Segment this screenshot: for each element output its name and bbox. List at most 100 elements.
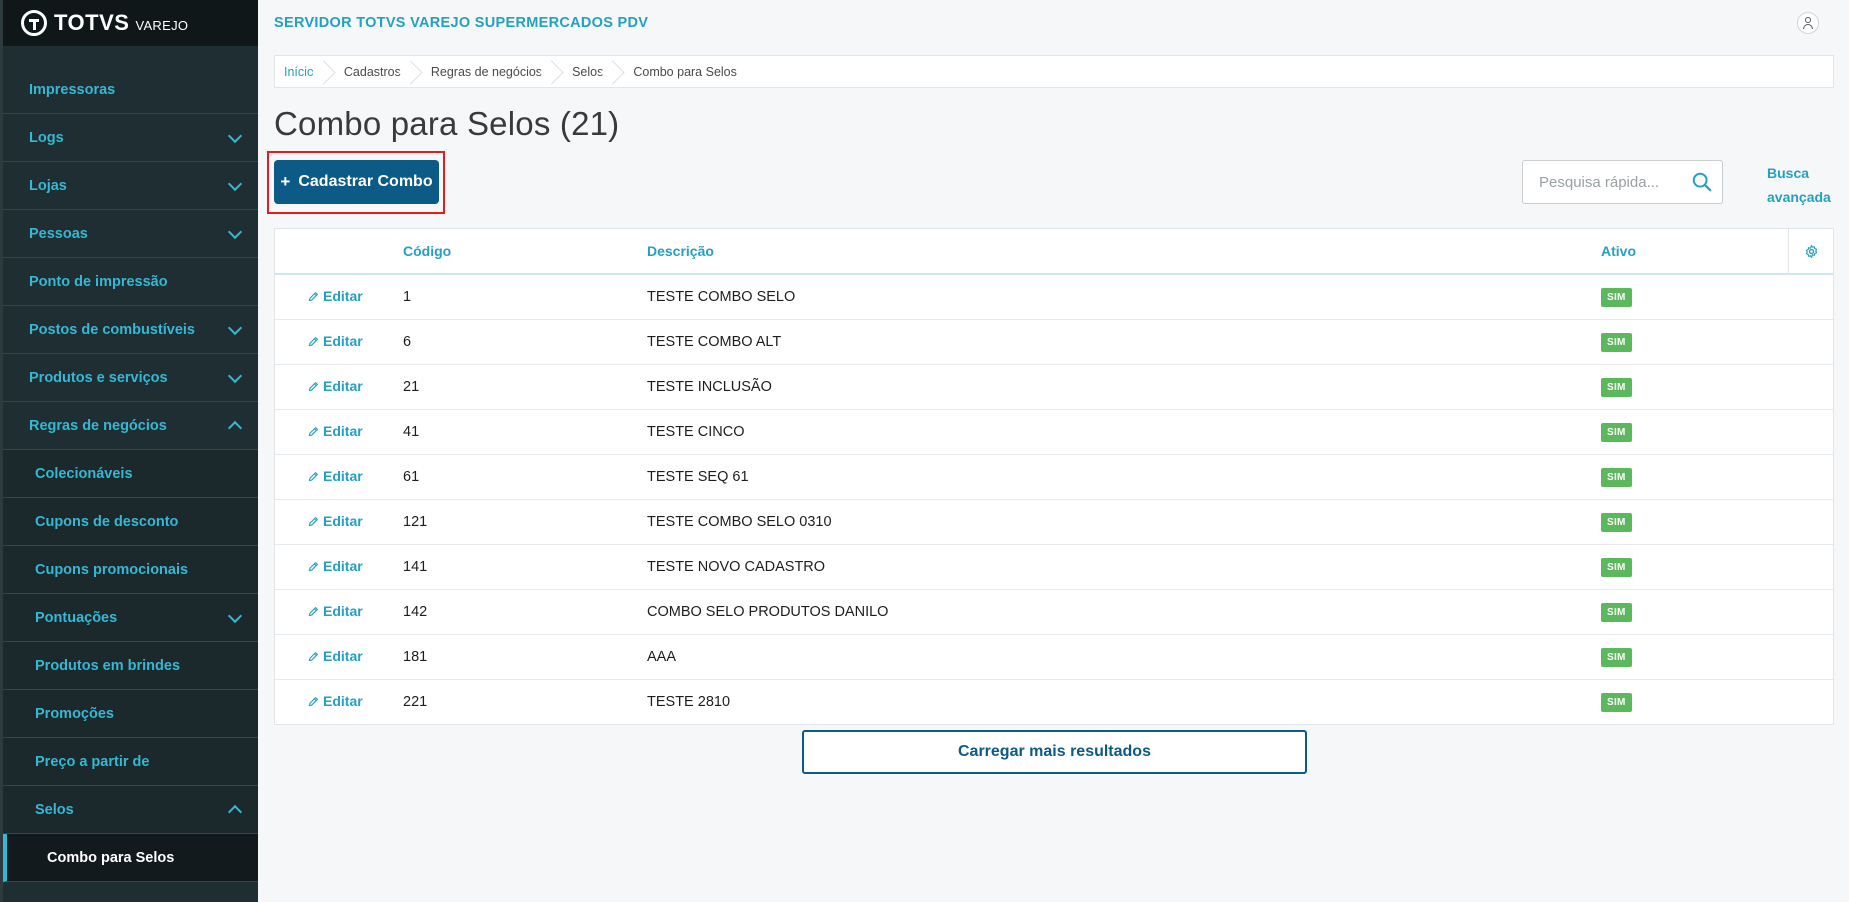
- sidebar-item[interactable]: Lojas: [3, 162, 258, 210]
- pencil-icon: [308, 696, 318, 706]
- row-actions: Editar: [275, 558, 403, 576]
- chevron-down-icon: [227, 320, 243, 335]
- table-row: Editar 6 TESTE COMBO ALT SIM: [275, 320, 1833, 365]
- table-body: Editar 1 TESTE COMBO SELO SIM Editar 6 TESTE C…: [275, 275, 1833, 724]
- table-row: Editar 61 TESTE SEQ 61 SIM: [275, 455, 1833, 500]
- sidebar-item[interactable]: Cupons promocionais: [3, 546, 258, 594]
- cell-active: SIM: [1601, 602, 1791, 622]
- table-row: Editar 221 TESTE 2810 SIM: [275, 680, 1833, 724]
- chevron-down-icon: [227, 368, 243, 383]
- breadcrumb-item[interactable]: Início: [275, 56, 328, 87]
- sidebar-item-label: Selos: [35, 801, 74, 818]
- cell-code: 61: [403, 469, 420, 485]
- cell-active: SIM: [1601, 647, 1791, 667]
- cell-description: TESTE 2810: [647, 694, 731, 710]
- pencil-icon: [308, 471, 318, 481]
- edit-label: Editar: [323, 603, 363, 620]
- gear-icon: [1805, 244, 1817, 258]
- edit-label: Editar: [323, 513, 363, 530]
- sidebar-item-label: Produtos em brindes: [35, 657, 181, 674]
- edit-label: Editar: [323, 423, 363, 440]
- edit-link[interactable]: Editar: [308, 288, 363, 304]
- logo-name: TOTVS: [54, 10, 130, 35]
- edit-link[interactable]: Editar: [308, 423, 363, 439]
- sidebar-item[interactable]: Postos de combustíveis: [3, 306, 258, 354]
- sidebar-item[interactable]: Colecionáveis: [3, 450, 258, 498]
- cell-code: 142: [403, 604, 428, 620]
- row-actions: Editar: [275, 468, 403, 486]
- status-badge: SIM: [1601, 692, 1632, 712]
- edit-link[interactable]: Editar: [308, 378, 363, 394]
- header-active[interactable]: Ativo: [1601, 243, 1791, 259]
- sidebar-item[interactable]: Pessoas: [3, 210, 258, 258]
- edit-link[interactable]: Editar: [308, 603, 363, 619]
- edit-link[interactable]: Editar: [308, 333, 363, 349]
- sidebar-item-label: Produtos e serviços: [29, 369, 168, 386]
- search-input[interactable]: [1523, 161, 1701, 203]
- breadcrumb-item: Cadastros: [328, 56, 415, 87]
- logo-sub: VAREJO: [135, 17, 189, 33]
- sidebar-item-label: Logs: [29, 129, 64, 146]
- breadcrumb-item: Regras de negócios: [415, 56, 556, 87]
- sidebar-item-label: Cupons de desconto: [35, 513, 179, 530]
- table-row: Editar 142 COMBO SELO PRODUTOS DANILO SIM: [275, 590, 1833, 635]
- totvs-logo[interactable]: TOTVS VAREJO: [3, 0, 258, 46]
- sidebar: TOTVS VAREJO Impressoras Logs Lojas Pessoas…: [0, 0, 258, 902]
- cell-code: 41: [403, 424, 420, 440]
- chevron-up-icon: [227, 420, 243, 435]
- table-row: Editar 1 TESTE COMBO SELO SIM: [275, 275, 1833, 320]
- sidebar-item[interactable]: Regras de negócios: [3, 402, 258, 450]
- cell-description: TESTE COMBO ALT: [647, 334, 782, 350]
- status-badge: SIM: [1601, 647, 1632, 667]
- add-combo-button[interactable]: + Cadastrar Combo: [274, 160, 439, 204]
- sidebar-item[interactable]: Selos: [3, 786, 258, 834]
- header-description[interactable]: Descrição: [647, 243, 1601, 259]
- sidebar-item-label: Lojas: [29, 177, 67, 194]
- edit-link[interactable]: Editar: [308, 648, 363, 664]
- edit-label: Editar: [323, 468, 363, 485]
- edit-link[interactable]: Editar: [308, 558, 363, 574]
- page-title: Combo para Selos (21): [274, 105, 620, 142]
- row-actions: Editar: [275, 648, 403, 666]
- sidebar-item-label: Pessoas: [29, 225, 88, 242]
- cell-description: AAA: [647, 649, 677, 665]
- cell-code: 181: [403, 649, 428, 665]
- row-actions: Editar: [275, 288, 403, 306]
- cell-active: SIM: [1601, 512, 1791, 532]
- pencil-icon: [308, 336, 318, 346]
- load-more-button[interactable]: Carregar mais resultados: [802, 730, 1307, 774]
- status-badge: SIM: [1601, 422, 1632, 442]
- user-profile-icon[interactable]: [1797, 12, 1819, 34]
- edit-link[interactable]: Editar: [308, 693, 363, 709]
- sidebar-item[interactable]: Produtos em brindes: [3, 642, 258, 690]
- cell-description: TESTE NOVO CADASTRO: [647, 559, 826, 575]
- sidebar-item[interactable]: Pontuações: [3, 594, 258, 642]
- sidebar-item[interactable]: Combo para Selos: [3, 834, 258, 882]
- chevron-down-icon: [227, 224, 243, 239]
- sidebar-item[interactable]: Cupons de desconto: [3, 498, 258, 546]
- sidebar-item-label: Promoções: [35, 705, 114, 722]
- edit-label: Editar: [323, 378, 363, 395]
- header-code[interactable]: Código: [403, 243, 647, 259]
- cell-active: SIM: [1601, 557, 1791, 577]
- edit-link[interactable]: Editar: [308, 468, 363, 484]
- sidebar-item[interactable]: Preço a partir de: [3, 738, 258, 786]
- sidebar-item[interactable]: Produtos e serviços: [3, 354, 258, 402]
- table-row: Editar 181 AAA SIM: [275, 635, 1833, 680]
- table-settings-button[interactable]: [1788, 229, 1833, 273]
- search-icon[interactable]: [1691, 171, 1713, 193]
- pencil-icon: [308, 381, 318, 391]
- sidebar-menu: Impressoras Logs Lojas Pessoas Ponto de impr…: [3, 66, 258, 882]
- edit-label: Editar: [323, 648, 363, 665]
- sidebar-item-label: Preço a partir de: [35, 753, 150, 770]
- sidebar-item[interactable]: Impressoras: [3, 66, 258, 114]
- cell-code: 121: [403, 514, 428, 530]
- advanced-search-link[interactable]: Busca avançada: [1767, 161, 1837, 209]
- edit-link[interactable]: Editar: [308, 513, 363, 529]
- pencil-icon: [308, 291, 318, 301]
- sidebar-item[interactable]: Logs: [3, 114, 258, 162]
- quick-search: [1522, 160, 1723, 204]
- sidebar-item[interactable]: Ponto de impressão: [3, 258, 258, 306]
- edit-label: Editar: [323, 288, 363, 305]
- sidebar-item[interactable]: Promoções: [3, 690, 258, 738]
